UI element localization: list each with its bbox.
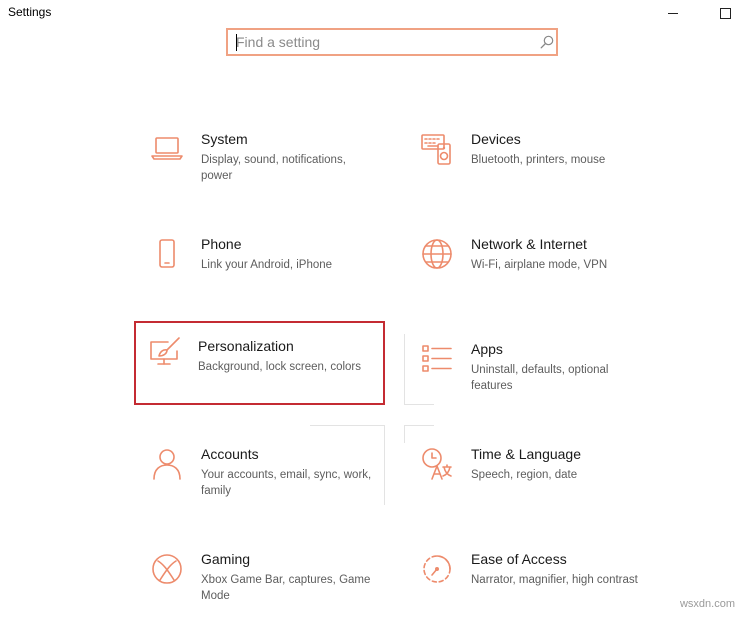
- divider: [404, 334, 405, 404]
- ease-of-access-icon: [423, 555, 451, 583]
- tile-title: Network & Internet: [471, 236, 587, 252]
- maximize-button[interactable]: [702, 0, 741, 26]
- tile-personalization[interactable]: Personalization Background, lock screen,…: [134, 321, 385, 405]
- minimize-icon: [668, 12, 678, 14]
- person-icon: [153, 449, 181, 480]
- tile-description: Speech, region, date: [471, 469, 578, 481]
- tile-description: Wi-Fi, airplane mode, VPN: [471, 259, 608, 271]
- divider: [384, 425, 385, 505]
- watermark: wsxdn.com: [679, 598, 735, 610]
- tile-title: Gaming: [201, 551, 251, 567]
- tile-devices[interactable]: Devices Bluetooth, printers, mouse: [406, 124, 654, 204]
- divider: [404, 425, 405, 443]
- tile-network[interactable]: Network & Internet Wi-Fi, airplane mode,…: [406, 229, 654, 309]
- tile-title: Apps: [471, 341, 503, 357]
- text-caret: [236, 34, 237, 51]
- tile-title: Phone: [201, 236, 242, 252]
- tile-system[interactable]: System Display, sound, notifications, po…: [136, 124, 384, 204]
- tile-title: Personalization: [198, 338, 294, 354]
- window-title: Settings: [8, 5, 52, 19]
- globe-icon: [422, 239, 452, 269]
- tile-description: Bluetooth, printers, mouse: [471, 154, 606, 166]
- xbox-icon: [152, 554, 182, 584]
- tile-description: Xbox Game Bar, captures, Game Mode: [201, 574, 371, 602]
- tile-gaming[interactable]: Gaming Xbox Game Bar, captures, Game Mod…: [136, 544, 384, 624]
- divider: [404, 425, 434, 426]
- keyboard-speaker-icon: [421, 134, 451, 165]
- maximize-icon: [719, 7, 731, 19]
- tile-ease-of-access[interactable]: Ease of Access Narrator, magnifier, high…: [406, 544, 654, 624]
- laptop-icon: [151, 137, 183, 160]
- tile-description: Display, sound, notifications, power: [201, 154, 346, 182]
- tile-title: Ease of Access: [471, 551, 567, 567]
- tile-description: Uninstall, defaults, optional features: [471, 364, 609, 392]
- tile-accounts[interactable]: Accounts Your accounts, email, sync, wor…: [136, 439, 384, 519]
- minimize-button[interactable]: [650, 0, 696, 26]
- search-box[interactable]: [226, 28, 558, 56]
- time-language-icon: [422, 448, 452, 480]
- phone-icon: [159, 239, 175, 268]
- search-icon[interactable]: [540, 35, 554, 49]
- search-input[interactable]: [236, 33, 526, 51]
- tile-title: Devices: [471, 131, 521, 147]
- tile-apps[interactable]: Apps Uninstall, defaults, optional featu…: [406, 334, 654, 414]
- tile-phone[interactable]: Phone Link your Android, iPhone: [136, 229, 384, 309]
- tile-description: Link your Android, iPhone: [201, 259, 333, 271]
- tile-description: Background, lock screen, colors: [198, 361, 361, 373]
- tile-description: Narrator, magnifier, high contrast: [471, 574, 638, 586]
- apps-list-icon: [422, 345, 452, 372]
- tile-title: Accounts: [201, 446, 259, 462]
- tile-time-language[interactable]: Time & Language Speech, region, date: [406, 439, 654, 519]
- title-bar: Settings: [0, 0, 741, 26]
- tile-title: Time & Language: [471, 446, 581, 462]
- tile-description: Your accounts, email, sync, work, family: [201, 469, 372, 497]
- paint-brush-display-icon: [150, 337, 180, 365]
- divider: [310, 425, 384, 426]
- tile-title: System: [201, 131, 248, 147]
